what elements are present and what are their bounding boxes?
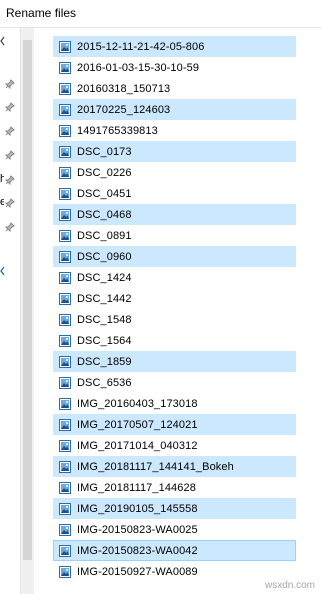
pin-icon[interactable]	[5, 102, 15, 112]
file-name: DSC_1442	[77, 292, 132, 305]
file-item[interactable]: IMG_20170507_124021	[53, 414, 296, 435]
nav-item-label[interactable]: e	[0, 197, 4, 208]
file-name: 20170225_124603	[77, 103, 171, 116]
image-file-icon	[58, 124, 72, 138]
image-file-icon	[58, 229, 72, 243]
file-item[interactable]: DSC_0468	[53, 204, 296, 225]
image-file-icon	[58, 145, 72, 159]
file-name: DSC_0451	[77, 187, 132, 200]
image-file-icon	[58, 103, 72, 117]
file-name: DSC_0173	[77, 145, 132, 158]
file-name: IMG_20181117_144141_Bokeh	[77, 460, 234, 473]
chevron-left-icon[interactable]	[0, 36, 5, 46]
file-name: 2016-01-03-15-30-10-59	[77, 61, 200, 74]
image-file-icon	[58, 565, 72, 579]
file-list: 2015-12-11-21-42-05-806 2016-01-03-15-30-…	[53, 36, 296, 582]
file-name: DSC_1548	[77, 313, 132, 326]
file-name: 1491765339813	[77, 124, 158, 137]
title-bar: Rename files	[0, 0, 321, 28]
image-file-icon	[58, 82, 72, 96]
file-item[interactable]: 20170225_124603	[53, 99, 296, 120]
file-name: DSC_0226	[77, 166, 132, 179]
image-file-icon	[58, 544, 72, 558]
file-item[interactable]: IMG_20181117_144141_Bokeh	[53, 456, 296, 477]
file-item[interactable]: IMG_20160403_173018	[53, 393, 296, 414]
image-file-icon	[58, 397, 72, 411]
watermark: wsxdn.com	[264, 580, 315, 591]
file-name: IMG_20190105_145558	[77, 502, 198, 515]
pin-icon[interactable]	[5, 79, 15, 89]
image-file-icon	[58, 292, 72, 306]
pin-icon[interactable]	[5, 150, 15, 160]
file-name: 2015-12-11-21-42-05-806	[77, 40, 205, 53]
file-item[interactable]: IMG_20171014_040312	[53, 435, 296, 456]
image-file-icon	[58, 313, 72, 327]
image-file-icon	[58, 271, 72, 285]
pin-icon[interactable]	[5, 175, 15, 185]
file-name: DSC_0468	[77, 208, 132, 221]
file-name: DSC_0960	[77, 250, 132, 263]
file-name: DSC_1859	[77, 355, 132, 368]
file-item[interactable]: IMG_20190105_145558	[53, 498, 296, 519]
file-item[interactable]: DSC_0451	[53, 183, 296, 204]
file-item[interactable]: DSC_1442	[53, 288, 296, 309]
scrollbar-thumb[interactable]	[23, 40, 32, 560]
image-file-icon	[58, 208, 72, 222]
file-name: IMG_20171014_040312	[77, 439, 198, 452]
image-file-icon	[58, 61, 72, 75]
image-file-icon	[58, 418, 72, 432]
image-file-icon	[58, 502, 72, 516]
file-item[interactable]: DSC_0891	[53, 225, 296, 246]
navigation-scrollbar[interactable]	[20, 28, 34, 594]
file-item[interactable]: 2015-12-11-21-42-05-806	[53, 36, 296, 57]
file-item[interactable]: IMG-20150823-WA0025	[53, 519, 296, 540]
navigation-pane: h e	[0, 28, 20, 594]
file-name: IMG_20181117_144628	[77, 481, 196, 494]
file-item[interactable]: DSC_6536	[53, 372, 296, 393]
file-item[interactable]: IMG-20150927-WA0089	[53, 561, 296, 582]
file-name: DSC_1564	[77, 334, 132, 347]
image-file-icon	[58, 523, 72, 537]
file-item[interactable]: DSC_1424	[53, 267, 296, 288]
file-item[interactable]: DSC_0960	[53, 246, 296, 267]
image-file-icon	[58, 460, 72, 474]
file-name: IMG-20150823-WA0025	[77, 523, 198, 536]
image-file-icon	[58, 166, 72, 180]
file-name: DSC_6536	[77, 376, 132, 389]
file-name: IMG-20150823-WA0042	[77, 544, 198, 557]
file-name: DSC_0891	[77, 229, 132, 242]
image-file-icon	[58, 355, 72, 369]
file-name: IMG_20160403_173018	[77, 397, 198, 410]
pin-icon[interactable]	[5, 198, 15, 208]
file-item[interactable]: DSC_1564	[53, 330, 296, 351]
image-file-icon	[58, 40, 72, 54]
nav-item-label[interactable]: h	[0, 174, 4, 185]
file-name: 20160318_150713	[77, 82, 171, 95]
file-item[interactable]: 20160318_150713	[53, 78, 296, 99]
pin-icon[interactable]	[5, 222, 15, 232]
file-item[interactable]: DSC_0173	[53, 141, 296, 162]
file-item[interactable]: DSC_1859	[53, 351, 296, 372]
image-file-icon	[58, 481, 72, 495]
image-file-icon	[58, 439, 72, 453]
file-item[interactable]: IMG_20181117_144628	[53, 477, 296, 498]
chevron-left-icon[interactable]	[0, 266, 5, 276]
image-file-icon	[58, 187, 72, 201]
file-name: DSC_1424	[77, 271, 132, 284]
file-name: IMG_20170507_124021	[77, 418, 198, 431]
file-item[interactable]: DSC_1548	[53, 309, 296, 330]
file-item[interactable]: DSC_0226	[53, 162, 296, 183]
image-file-icon	[58, 376, 72, 390]
image-file-icon	[58, 250, 72, 264]
image-file-icon	[58, 334, 72, 348]
file-item[interactable]: 1491765339813	[53, 120, 296, 141]
pin-icon[interactable]	[5, 126, 15, 136]
file-item[interactable]: 2016-01-03-15-30-10-59	[53, 57, 296, 78]
file-name: IMG-20150927-WA0089	[77, 565, 198, 578]
window-title: Rename files	[6, 6, 77, 20]
file-item[interactable]: IMG-20150823-WA0042	[53, 540, 296, 561]
